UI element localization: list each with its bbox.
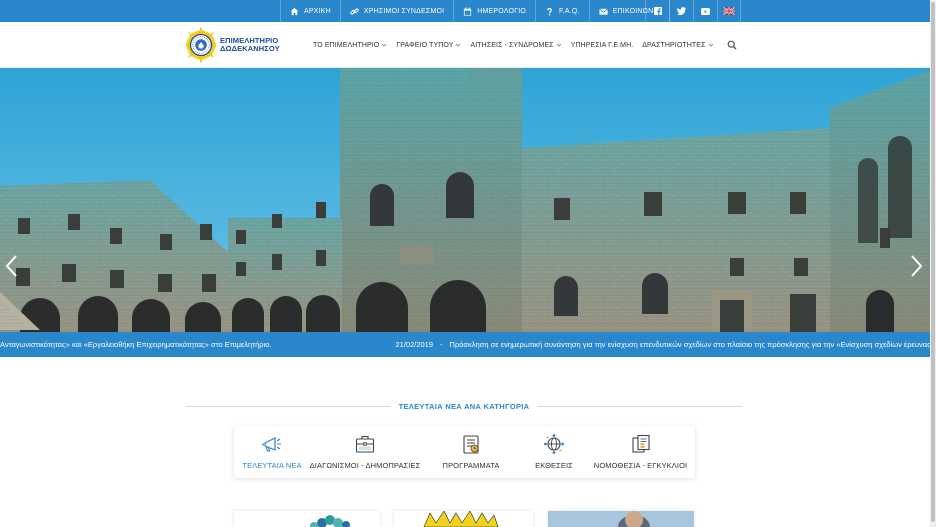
ticker-item-text[interactable]: Πρόσκληση σε ενημερωτική συνάντηση για τ…	[450, 340, 930, 349]
nav-item-label: ΔΡΑΣΤΗΡΙΟΤΗΤΕΣ	[642, 41, 706, 49]
facebook-link[interactable]	[645, 0, 669, 22]
tab-label: ΝΟΜΟΘΕΣΙΑ - ΕΓΚΥΚΛΙΟΙ	[593, 461, 688, 470]
question-icon	[547, 7, 552, 15]
page-scrollbar-thumb[interactable]	[931, 2, 935, 522]
slider-next-arrow-icon[interactable]	[910, 254, 924, 278]
news-card-image	[548, 511, 694, 527]
nav-item-label: ΑΙΤΗΣΕΙΣ - ΣΥΝΔΡΟΜΕΣ	[470, 41, 554, 49]
nav-item-activities[interactable]: ΔΡΑΣΤΗΡΙΟΤΗΤΕΣ	[642, 42, 713, 49]
top-link-label: ΧΡΗΣΙΜΟΙ ΣΥΝΔΕΣΜΟΙ	[363, 7, 445, 15]
slide-image-palace-courtyard	[0, 68, 936, 332]
nav-item-label: ΤΟ ΕΠΙΜΕΛΗΤΗΡΙΟ	[313, 41, 380, 49]
top-link-label: F.A.Q.	[559, 7, 580, 15]
top-link-label: ΑΡΧΙΚΗ	[304, 7, 331, 15]
top-link-faq[interactable]: F.A.Q.	[535, 0, 589, 22]
news-category-tabs: ΤΕΛΕΥΤΑΙΑ ΝΕΑ ΔΙΑΓΩΝΙΣΜΟΙ - ΔΗΜΟΠΡΑΣΙΕΣ …	[234, 426, 695, 478]
logo-wordmark: ΕΠΙΜΕΛΗΤΗΡΙΟ ΔΩΔΕΚΑΝΗΣΟΥ	[220, 37, 280, 53]
top-link-calendar[interactable]: ΗΜΕΡΟΛΟΓΙΟ	[453, 0, 535, 22]
section-header: ΤΕΛΕΥΤΑΙΑ ΝΕΑ ΑΝΑ ΚΑΤΗΓΟΡΙΑ	[186, 400, 742, 412]
tab-programs[interactable]: ΠΡΟΓΡΑΜΜΑΤΑ	[420, 426, 522, 478]
envelope-icon	[598, 7, 608, 15]
chevron-down-icon	[456, 43, 461, 47]
ticker-item-date: 21/02/2019	[395, 340, 434, 349]
news-card-2[interactable]	[394, 511, 533, 527]
tab-latest-news[interactable]: ΤΕΛΕΥΤΑΙΑ ΝΕΑ	[234, 426, 310, 478]
tab-legislation-circulars[interactable]: ΝΟΜΟΘΕΣΙΑ - ΕΓΚΥΚΛΙΟΙ	[586, 426, 695, 478]
uk-flag-icon	[723, 7, 735, 15]
top-nav: ΑΡΧΙΚΗ ΧΡΗΣΙΜΟΙ ΣΥΝΔΕΣΜΟΙ ΗΜΕΡΟΛΟΓΙΟ F.A…	[280, 0, 671, 22]
top-link-useful-links[interactable]: ΧΡΗΣΙΜΟΙ ΣΥΝΔΕΣΜΟΙ	[339, 0, 453, 22]
social-links	[645, 0, 741, 22]
nav-item-chamber[interactable]: ΤΟ ΕΠΙΜΕΛΗΤΗΡΙΟ	[313, 42, 387, 49]
nav-item-label: ΥΠΗΡΕΣΙΑ Γ.Ε.ΜΗ.	[570, 41, 634, 49]
main-nav: ΤΟ ΕΠΙΜΕΛΗΤΗΡΙΟ ΓΡΑΦΕΙΟ ΤΥΠΟΥ ΑΙΤΗΣΕΙΣ -…	[313, 22, 723, 68]
ticker-item-text[interactable]: Ανταγωνιστικότητας» και «Εργαλειοθήκη Επ…	[0, 340, 271, 349]
news-card-image	[423, 511, 499, 527]
nav-item-press-office[interactable]: ΓΡΑΦΕΙΟ ΤΥΠΟΥ	[396, 42, 461, 49]
tab-label: ΔΙΑΓΩΝΙΣΜΟΙ - ΔΗΜΟΠΡΑΣΙΕΣ	[309, 461, 421, 470]
top-link-home[interactable]: ΑΡΧΙΚΗ	[280, 0, 340, 22]
news-card-image	[310, 515, 350, 527]
logo-line-2: ΔΩΔΕΚΑΝΗΣΟΥ	[220, 44, 280, 53]
site-header: ΕΠΙΜΕΛΗΤΗΡΙΟ ΔΩΔΕΚΑΝΗΣΟΥ ΤΟ ΕΠΙΜΕΛΗΤΗΡΙΟ…	[0, 22, 936, 68]
search-icon[interactable]	[727, 40, 737, 50]
ticker-track: Ανταγωνιστικότητας» και «Εργαλειοθήκη Επ…	[0, 332, 930, 357]
tab-label: ΕΚΘΕΣΕΙΣ	[535, 461, 573, 470]
twitter-link[interactable]	[669, 0, 693, 22]
chevron-down-icon	[382, 43, 387, 47]
nav-item-label: ΓΡΑΦΕΙΟ ΤΥΠΟΥ	[396, 41, 454, 49]
tab-label: ΠΡΟΓΡΑΜΜΑΤΑ	[442, 461, 500, 470]
chevron-down-icon	[708, 43, 713, 47]
ticker-separator: -	[440, 340, 443, 349]
top-bar: ΑΡΧΙΚΗ ΧΡΗΣΙΜΟΙ ΣΥΝΔΕΣΜΟΙ ΗΜΕΡΟΛΟΓΙΟ F.A…	[0, 0, 936, 22]
documents-icon	[631, 434, 650, 453]
section-title: ΤΕΛΕΥΤΑΙΑ ΝΕΑ ΑΝΑ ΚΑΤΗΓΟΡΙΑ	[186, 402, 742, 411]
nav-item-gemi-service[interactable]: ΥΠΗΡΕΣΙΑ Γ.Ε.ΜΗ.	[571, 42, 634, 49]
nav-item-applications[interactable]: ΑΙΤΗΣΕΙΣ - ΣΥΝΔΡΟΜΕΣ	[470, 42, 561, 49]
chevron-down-icon	[556, 43, 561, 47]
briefcase-icon	[355, 435, 375, 453]
megaphone-icon	[262, 437, 281, 452]
top-link-label: ΗΜΕΡΟΛΟΓΙΟ	[477, 7, 527, 15]
language-english-link[interactable]	[717, 0, 741, 22]
tab-exhibitions[interactable]: ΕΚΘΕΣΕΙΣ	[522, 426, 586, 478]
globe-network-icon	[544, 434, 564, 454]
twitter-icon	[677, 7, 686, 15]
news-ticker: Ανταγωνιστικότητας» και «Εργαλειοθήκη Επ…	[0, 332, 930, 357]
schedule-icon	[463, 435, 479, 454]
news-card-3[interactable]	[548, 511, 694, 527]
hero-slider	[0, 68, 936, 332]
link-icon	[350, 7, 359, 15]
tab-tenders-auctions[interactable]: ΔΙΑΓΩΝΙΣΜΟΙ - ΔΗΜΟΠΡΑΣΙΕΣ	[310, 426, 420, 478]
tab-label: ΤΕΛΕΥΤΑΙΑ ΝΕΑ	[242, 461, 302, 470]
chamber-seal-logo-icon	[186, 26, 216, 64]
home-icon	[290, 7, 299, 15]
calendar-icon	[464, 6, 472, 16]
site-logo[interactable]: ΕΠΙΜΕΛΗΤΗΡΙΟ ΔΩΔΕΚΑΝΗΣΟΥ	[186, 25, 291, 65]
news-card-1[interactable]	[234, 511, 380, 527]
youtube-icon	[701, 7, 710, 15]
youtube-link[interactable]	[693, 0, 717, 22]
slider-prev-arrow-icon[interactable]	[4, 254, 18, 278]
facebook-icon	[653, 7, 662, 15]
